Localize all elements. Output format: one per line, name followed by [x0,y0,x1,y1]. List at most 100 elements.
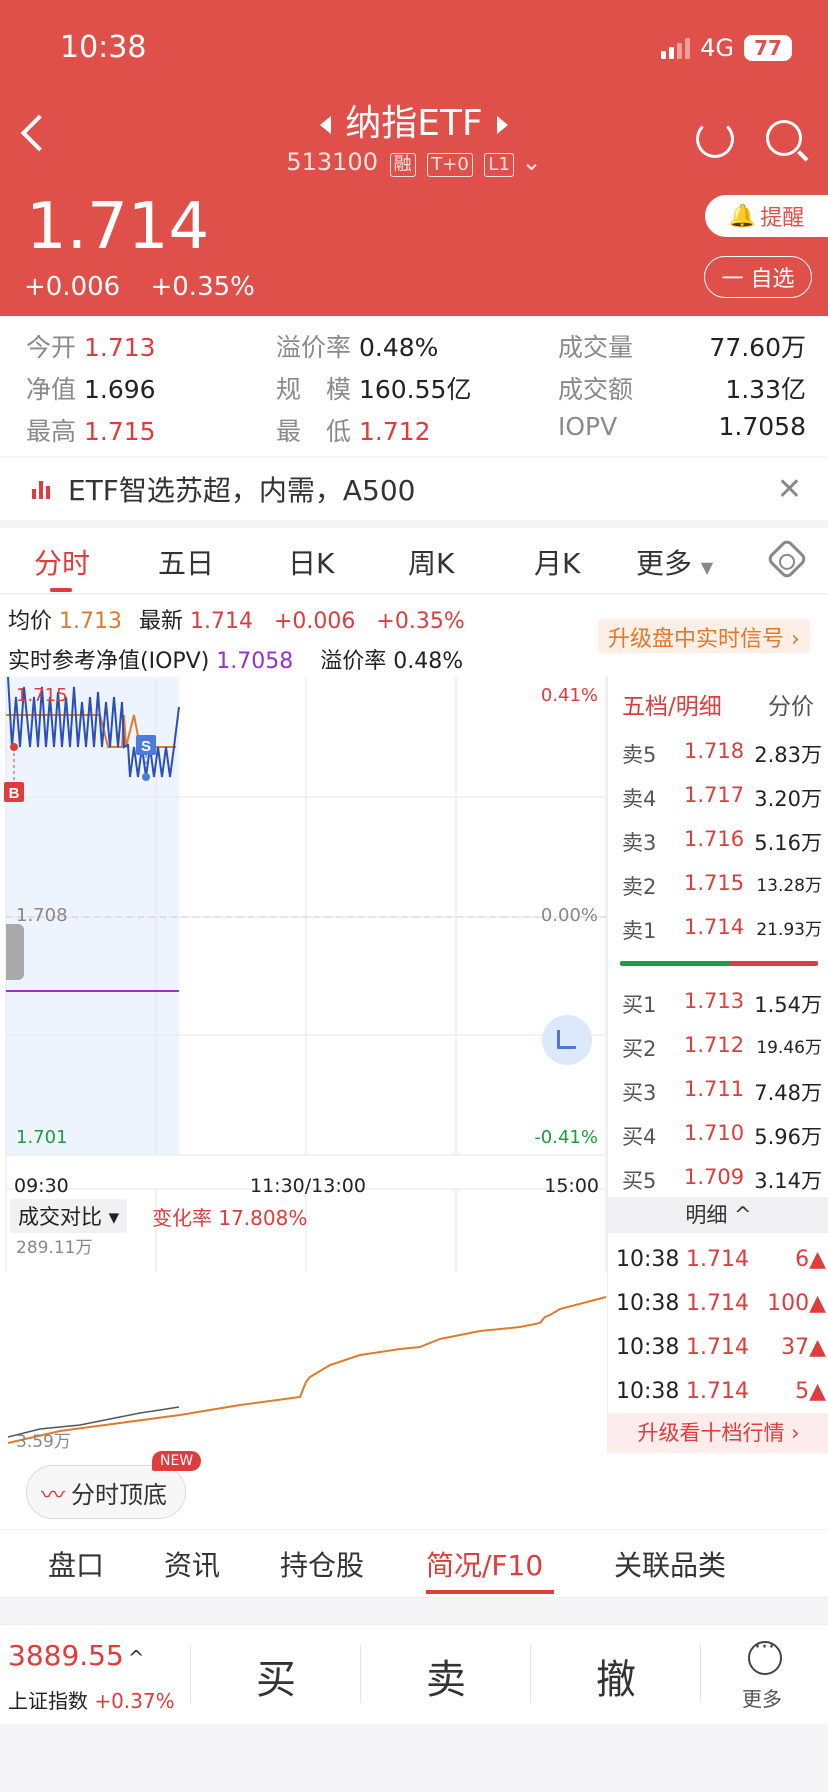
chevron-down-icon[interactable]: ⌄ [522,148,542,176]
high-label: 最高 [26,417,77,446]
more-label[interactable]: 更多 [742,1683,782,1712]
remind-button[interactable]: 🔔 提醒 [705,195,828,237]
svg-text:S: S [141,738,151,755]
ask-strength-bar [730,961,818,966]
stock-header: 10:38 4G 77 纳指ETF 513100 融 T+0 L1 ⌄ 1.71… [0,0,828,316]
prev-stock-icon[interactable] [320,116,332,134]
bid-row-3: 买3 1.711 7.48万 [622,1077,822,1105]
y-bot-label: 1.701 [16,1127,68,1148]
stock-code: 513100 [286,148,378,176]
cancel-order-button[interactable]: 撤 [596,1647,636,1705]
tab-monthly-k[interactable]: 月K [534,542,580,582]
bid-row-1: 买1 1.713 1.54万 [622,989,822,1017]
bell-icon: 🔔 [728,203,757,229]
info-change: +0.006 [274,609,356,634]
refresh-icon[interactable] [696,120,734,158]
upgrade-ten-levels-button[interactable]: 升级看十档行情 › [608,1413,828,1453]
open-value: 1.713 [83,333,156,362]
chart-area: B S 1.715 1.708 1.701 0.41% 0.00% -0.41%… [0,677,828,1453]
tick-row: 10:38 1.714 5▲ [616,1379,826,1404]
volume-value: 77.60万 [709,333,806,362]
tick-row: 10:38 1.714 100▲ [616,1291,826,1316]
promo-notice[interactable]: ETF智选苏超，内需，A500 ✕ [0,458,828,520]
bid-row-4: 买4 1.710 5.96万 [622,1121,822,1149]
chart-tabs: 分时 五日 日K 周K 月K 更多 ▼ [0,528,828,594]
latest-value: 1.714 [190,609,253,634]
search-icon[interactable] [766,120,802,156]
scale-value: 160.55亿 [358,375,472,404]
tab-related[interactable]: 关联品类 [614,1544,726,1584]
iopv-value: 1.7058 [718,412,806,441]
volume-label: 成交量 [558,333,634,362]
low-label: 最 低 [276,417,352,446]
battery-icon: 77 [744,35,792,61]
open-label: 今开 [26,333,77,362]
index-widget[interactable]: 3889.55 ^ [8,1639,145,1672]
iopv-realtime-value: 1.7058 [216,649,294,674]
status-time: 10:38 [60,30,147,65]
detail-toggle[interactable]: 明细 ^ [608,1197,828,1233]
tab-news[interactable]: 资讯 [164,1544,220,1584]
nav-value: 1.696 [83,375,156,404]
time-open: 09:30 [14,1175,69,1197]
tick-row: 10:38 1.714 37▲ [616,1335,826,1360]
volume-compare-dropdown[interactable]: 成交对比 ▾ [10,1199,128,1233]
signal-icon [661,37,691,59]
t0-tag: T+0 [427,153,473,177]
pct-top-label: 0.41% [540,685,598,706]
book-tab-five-levels[interactable]: 五档/明细 [622,687,722,721]
change-value: +0.006 [24,272,121,302]
tab-f10[interactable]: 简况/F10 [426,1544,543,1584]
tab-five-day[interactable]: 五日 [158,542,214,582]
y-top-label: 1.715 [16,685,68,706]
amount-value: 1.33亿 [725,375,806,404]
amount-label: 成交额 [558,375,634,404]
low-value: 1.712 [358,417,431,446]
avg-label: 均价 [8,609,53,634]
bid-row-5: 买5 1.709 3.14万 [622,1165,822,1193]
settings-icon[interactable] [765,537,809,581]
info-premium-value: 0.48% [393,649,464,674]
info-change-pct: +0.35% [376,609,465,634]
margin-tag: 融 [389,153,416,177]
tab-holdings[interactable]: 持仓股 [280,1544,364,1584]
collapse-handle[interactable] [6,924,24,980]
ask-row-2: 卖2 1.715 13.28万 [622,871,822,899]
close-icon[interactable]: ✕ [777,472,802,507]
sell-button[interactable]: 卖 [426,1647,466,1705]
change-rate-label: 变化率 17.808% [152,1206,308,1230]
intraday-chart[interactable]: B S [0,677,607,1453]
book-tab-price-dist[interactable]: 分价 [768,687,814,721]
stats-panel: 今开 1.713 溢价率 0.48% 成交量 77.60万 净值 1.696 规… [0,316,828,456]
chart-bars-icon [32,479,54,499]
chevron-up-icon: ^ [127,1646,145,1670]
notice-text: ETF智选苏超，内需，A500 [68,474,416,507]
upgrade-signal-button[interactable]: 升级盘中实时信号 › [598,619,810,653]
top-bottom-signal-button[interactable]: 〰 分时顶底 [26,1465,186,1519]
iopv-realtime-label: 实时参考净值(IOPV) [8,649,210,674]
ask-row-5: 卖5 1.718 2.83万 [622,739,822,767]
next-stock-icon[interactable] [496,116,508,134]
order-book: 五档/明细 分价 卖5 1.718 2.83万 卖4 1.717 3.20万 卖3 1.7… [607,677,828,1453]
tab-weekly-k[interactable]: 周K [408,542,454,582]
status-indicators: 4G 77 [661,34,792,62]
watchlist-button[interactable]: 一 自选 [704,256,812,298]
tab-more[interactable]: 更多 ▼ [636,542,713,582]
latest-label: 最新 [139,609,184,634]
ask-row-3: 卖3 1.716 5.16万 [622,827,822,855]
premium-label: 溢价率 [276,333,352,362]
tab-order-summary[interactable]: 盘口 [48,1544,104,1584]
more-icon[interactable] [748,1635,782,1675]
info-premium-label: 溢价率 [320,649,387,674]
buy-button[interactable]: 买 [256,1647,296,1705]
info-tabs: 盘口 资讯 持仓股 简况/F10 关联品类 [0,1530,828,1598]
expand-icon[interactable] [542,1015,592,1065]
change-percent: +0.35% [150,272,255,302]
time-close: 15:00 [544,1175,599,1197]
y-mid-label: 1.708 [16,905,68,926]
ask-row-1: 卖1 1.714 21.93万 [622,915,822,943]
tab-intraday[interactable]: 分时 [34,542,90,582]
chart-info: 均价 1.713 最新 1.714 +0.006 +0.35% 实时参考净值(I… [0,595,828,677]
tab-underline [50,588,72,592]
tab-daily-k[interactable]: 日K [288,542,334,582]
